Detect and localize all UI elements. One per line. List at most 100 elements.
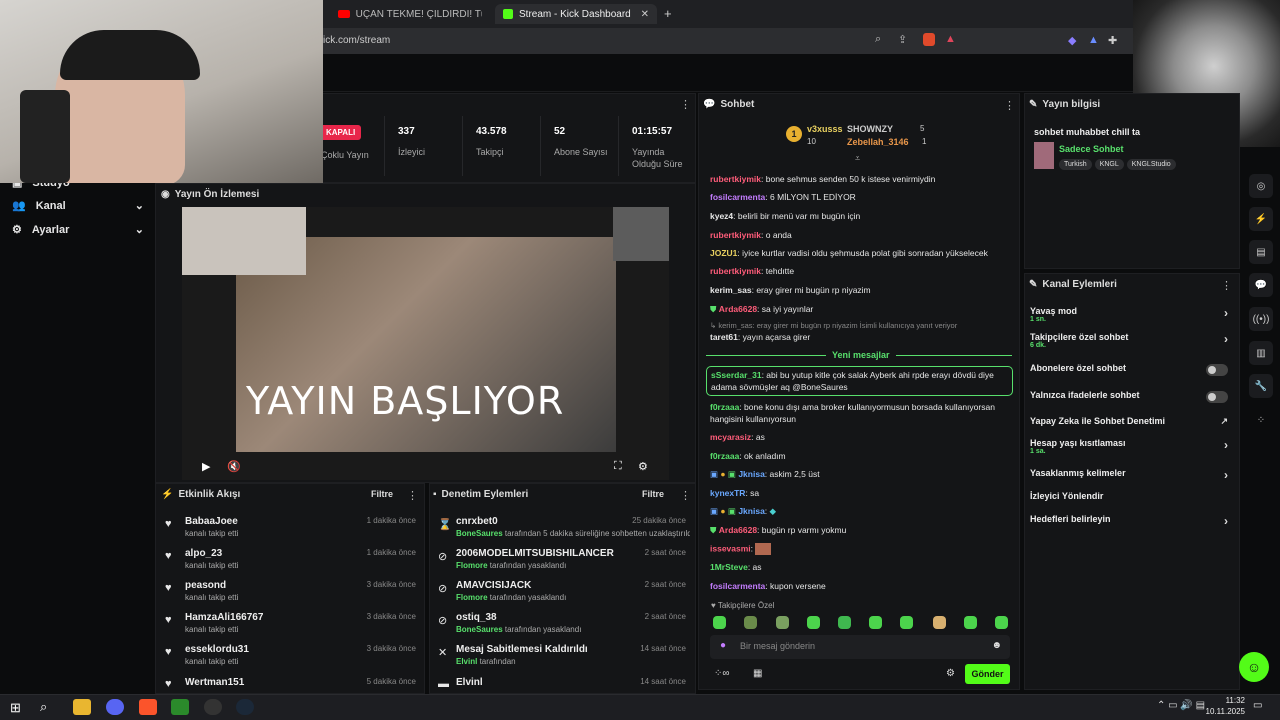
chat-message: JOZU1: iyice kurtlar vadisi oldu şehmusd… bbox=[710, 248, 988, 258]
activity-row: ♥ alpo_23 kanalı takip etti 1 dakika önc… bbox=[165, 548, 416, 570]
chat-message: f0rzaaa: ok anladım bbox=[710, 451, 786, 461]
emote-icon[interactable] bbox=[807, 616, 820, 629]
category-thumbnail bbox=[1034, 142, 1054, 169]
rail-points-icon[interactable]: ⁘ bbox=[1249, 408, 1273, 432]
slow-mode-setting[interactable]: Yavaş mod 1 sn. › bbox=[1030, 306, 1232, 323]
rail-layout-icon[interactable]: ▥ bbox=[1249, 341, 1273, 365]
followers-only-setting[interactable]: Takipçilere özel sohbet 6 dk. › bbox=[1030, 332, 1232, 349]
discord-icon[interactable] bbox=[106, 699, 124, 715]
settings-icon[interactable]: ⚙ bbox=[638, 460, 648, 473]
category-link[interactable]: Sadece Sohbet bbox=[1059, 144, 1124, 154]
store-icon[interactable]: ▦ bbox=[753, 668, 762, 679]
more-icon[interactable]: ⋮ bbox=[1004, 99, 1015, 112]
heart-icon: ♥ bbox=[165, 646, 172, 658]
emote-icon[interactable] bbox=[744, 616, 757, 629]
chair-shape bbox=[20, 90, 70, 183]
extension-icon[interactable]: ◆ bbox=[1068, 34, 1076, 47]
new-tab-icon[interactable]: + bbox=[664, 6, 672, 21]
moderation-filter-button[interactable]: Filtre bbox=[642, 489, 664, 499]
search-icon[interactable]: ⌕ bbox=[40, 699, 47, 715]
rail-doc-icon[interactable]: ▤ bbox=[1249, 240, 1273, 264]
divider bbox=[540, 116, 541, 176]
rail-camera-icon[interactable]: ◎ bbox=[1249, 174, 1273, 198]
emote-icon[interactable] bbox=[869, 616, 882, 629]
moderation-row: ⌛ cnrxbet0 BoneSaures tarafından 5 dakik… bbox=[438, 516, 690, 538]
obs-icon[interactable] bbox=[204, 699, 222, 715]
sidebar-item-channel[interactable]: 👥 Kanal ⌄ bbox=[12, 199, 144, 213]
badge-icon: ▣ bbox=[710, 469, 719, 479]
fullscreen-icon[interactable]: ⛶ bbox=[614, 460, 622, 473]
tag-list: Turkish KNGL KNGLStudio bbox=[1059, 157, 1179, 170]
emote-icon[interactable] bbox=[900, 616, 913, 629]
toggle-switch[interactable] bbox=[1206, 391, 1228, 403]
emote-icon[interactable] bbox=[776, 616, 789, 629]
moderation-row: ⊘ ostiq_38 BoneSaures tarafından yasakla… bbox=[438, 612, 686, 634]
points-icon[interactable]: ⁘∞ bbox=[714, 668, 730, 679]
banned-words-setting[interactable]: Yasaklanmış kelimeler › bbox=[1030, 468, 1232, 482]
rail-chat-icon[interactable]: 💬 bbox=[1249, 273, 1273, 297]
browser-tab-youtube[interactable]: UÇAN TEKME! ÇILDIRDI! Türkiye'de Y... bbox=[330, 4, 490, 24]
more-icon[interactable]: ⋮ bbox=[1221, 279, 1232, 292]
activity-row: ♥ BabaaJoee kanalı takip etti 1 dakika ö… bbox=[165, 516, 416, 538]
preview-webcam-right bbox=[613, 207, 669, 261]
emote-icon[interactable] bbox=[995, 616, 1008, 629]
emote-icon[interactable] bbox=[838, 616, 851, 629]
viewers-count: 337 bbox=[398, 126, 415, 137]
followers-count: 43.578 bbox=[476, 126, 507, 137]
tag[interactable]: KNGL bbox=[1094, 159, 1124, 170]
puzzle-icon[interactable]: ✚ bbox=[1108, 34, 1117, 47]
file-explorer-icon[interactable] bbox=[73, 699, 91, 715]
stream-preview[interactable]: YAYIN BAŞLIYOR ▶ 🔇 ⛶ ⚙ bbox=[182, 207, 669, 480]
goals-setting[interactable]: Hedefleri belirleyin › bbox=[1030, 514, 1232, 528]
emote-icon[interactable] bbox=[964, 616, 977, 629]
sidebar-item-settings[interactable]: ⚙ Ayarlar ⌄ bbox=[12, 223, 144, 237]
heart-icon: ♥ bbox=[165, 518, 172, 530]
notification-icon[interactable]: ▭ bbox=[1253, 700, 1262, 711]
vpn-icon[interactable]: ▲ bbox=[1088, 34, 1099, 46]
emote-icon[interactable] bbox=[713, 616, 726, 629]
emoji-icon[interactable]: ☻ bbox=[991, 640, 1002, 651]
users-icon: 👥 bbox=[12, 200, 26, 212]
brave-icon[interactable] bbox=[139, 699, 157, 715]
leaderboard-third: Zebellah_3146 bbox=[847, 137, 909, 147]
rail-bolt-icon[interactable]: ⚡ bbox=[1249, 207, 1273, 231]
chat-message: rubertkiymik: tehdıtte bbox=[710, 266, 795, 276]
moderation-row: ⊘ AMAVCISIJACK Flomore tarafından yasakl… bbox=[438, 580, 686, 602]
brave-shield-icon[interactable] bbox=[923, 33, 935, 46]
tag[interactable]: Turkish bbox=[1059, 159, 1092, 170]
send-button[interactable]: Gönder bbox=[965, 664, 1010, 684]
steam-icon[interactable] bbox=[236, 699, 254, 715]
emote-icon[interactable] bbox=[933, 616, 946, 629]
ai-moderation-setting[interactable]: Yapay Zeka ile Sohbet Denetimi ↗ bbox=[1030, 416, 1232, 426]
toggle-switch[interactable] bbox=[1206, 364, 1228, 376]
browser-tab-kick[interactable]: Stream - Kick Dashboard ✕ bbox=[495, 4, 657, 24]
account-age-setting[interactable]: Hesap yaşı kısıtlaması 1 sa. › bbox=[1030, 438, 1232, 455]
rail-broadcast-icon[interactable]: ((•)) bbox=[1249, 307, 1273, 331]
uptime-label-2: Olduğu Süre bbox=[632, 159, 683, 169]
close-tab-icon[interactable]: ✕ bbox=[641, 9, 649, 20]
activity-filter-button[interactable]: Filtre bbox=[371, 489, 393, 499]
chat-input[interactable]: ● Bir mesaj gönderin ☻ bbox=[710, 635, 1010, 659]
zoom-icon[interactable]: ⌕ bbox=[875, 33, 881, 46]
stream-info-header: ✎ Yayın bilgisi bbox=[1029, 99, 1101, 110]
rail-wrench-icon[interactable]: 🔧 bbox=[1249, 374, 1273, 398]
chat-settings-icon[interactable]: ⚙ bbox=[946, 668, 955, 679]
windows-start-icon[interactable]: ⊞ bbox=[10, 700, 21, 716]
share-icon[interactable]: ⇪ bbox=[898, 33, 907, 46]
rewards-icon[interactable]: ▲ bbox=[945, 33, 956, 45]
support-icon[interactable]: ☺ bbox=[1239, 652, 1269, 682]
play-icon[interactable]: ▶ bbox=[202, 460, 210, 473]
url-field[interactable]: kick.com/stream bbox=[318, 35, 390, 46]
more-icon[interactable]: ⋮ bbox=[407, 489, 418, 502]
tag[interactable]: KNGLStudio bbox=[1126, 159, 1176, 170]
more-icon[interactable]: ⋮ bbox=[680, 98, 691, 111]
chat-icon: 💬 bbox=[703, 99, 716, 110]
emotes-only-setting[interactable]: Yalnızca ifadelerle sohbet bbox=[1030, 390, 1232, 403]
more-icon[interactable]: ⋮ bbox=[680, 489, 691, 502]
subscribers-only-setting[interactable]: Abonelere özel sohbet bbox=[1030, 363, 1232, 376]
host-viewers-setting[interactable]: İzleyici Yönlendir bbox=[1030, 491, 1232, 501]
kick-app-icon[interactable] bbox=[171, 699, 189, 715]
expand-icon[interactable]: ⩡ bbox=[855, 153, 860, 164]
mic-icon[interactable]: ● bbox=[720, 640, 726, 651]
mute-icon[interactable]: 🔇 bbox=[227, 460, 241, 473]
